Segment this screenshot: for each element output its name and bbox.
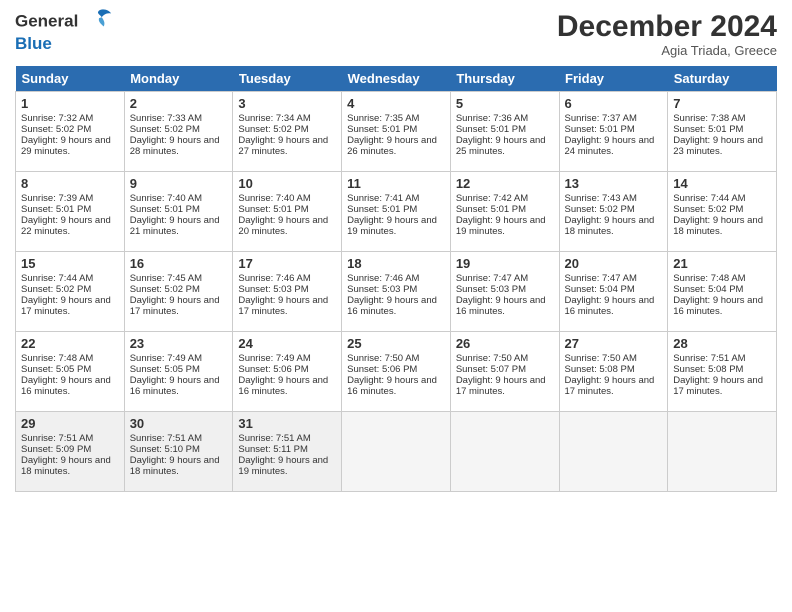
day-16: 16 Sunrise: 7:45 AMSunset: 5:02 PMDaylig… [124, 252, 233, 332]
day-22: 22 Sunrise: 7:48 AMSunset: 5:05 PMDaylig… [16, 332, 125, 412]
week-row-4: 22 Sunrise: 7:48 AMSunset: 5:05 PMDaylig… [16, 332, 777, 412]
empty-cell-2 [450, 412, 559, 492]
day-3: 3 Sunrise: 7:34 AMSunset: 5:02 PMDayligh… [233, 92, 342, 172]
day-9: 9 Sunrise: 7:40 AMSunset: 5:01 PMDayligh… [124, 172, 233, 252]
day-7: 7 Sunrise: 7:38 AMSunset: 5:01 PMDayligh… [668, 92, 777, 172]
logo-general: General [15, 11, 78, 30]
logo-blue: Blue [15, 34, 113, 54]
day-15: 15 Sunrise: 7:44 AMSunset: 5:02 PMDaylig… [16, 252, 125, 332]
day-6: 6 Sunrise: 7:37 AMSunset: 5:01 PMDayligh… [559, 92, 668, 172]
day-11: 11 Sunrise: 7:41 AMSunset: 5:01 PMDaylig… [342, 172, 451, 252]
col-tuesday: Tuesday [233, 66, 342, 92]
location-subtitle: Agia Triada, Greece [557, 43, 777, 58]
empty-cell-1 [342, 412, 451, 492]
header: General Blue December 2024 Agia Triada, … [15, 10, 777, 58]
week-row-5: 29 Sunrise: 7:51 AMSunset: 5:09 PMDaylig… [16, 412, 777, 492]
day-18: 18 Sunrise: 7:46 AMSunset: 5:03 PMDaylig… [342, 252, 451, 332]
col-sunday: Sunday [16, 66, 125, 92]
col-saturday: Saturday [668, 66, 777, 92]
col-friday: Friday [559, 66, 668, 92]
main-container: General Blue December 2024 Agia Triada, … [0, 0, 792, 502]
day-23: 23 Sunrise: 7:49 AMSunset: 5:05 PMDaylig… [124, 332, 233, 412]
day-25: 25 Sunrise: 7:50 AMSunset: 5:06 PMDaylig… [342, 332, 451, 412]
week-row-1: 1 Sunrise: 7:32 AMSunset: 5:02 PMDayligh… [16, 92, 777, 172]
day-29: 29 Sunrise: 7:51 AMSunset: 5:09 PMDaylig… [16, 412, 125, 492]
day-19: 19 Sunrise: 7:47 AMSunset: 5:03 PMDaylig… [450, 252, 559, 332]
day-21: 21 Sunrise: 7:48 AMSunset: 5:04 PMDaylig… [668, 252, 777, 332]
title-section: December 2024 Agia Triada, Greece [557, 10, 777, 58]
day-5: 5 Sunrise: 7:36 AMSunset: 5:01 PMDayligh… [450, 92, 559, 172]
day-4: 4 Sunrise: 7:35 AMSunset: 5:01 PMDayligh… [342, 92, 451, 172]
week-row-3: 15 Sunrise: 7:44 AMSunset: 5:02 PMDaylig… [16, 252, 777, 332]
day-27: 27 Sunrise: 7:50 AMSunset: 5:08 PMDaylig… [559, 332, 668, 412]
day-13: 13 Sunrise: 7:43 AMSunset: 5:02 PMDaylig… [559, 172, 668, 252]
day-2: 2 Sunrise: 7:33 AMSunset: 5:02 PMDayligh… [124, 92, 233, 172]
day-30: 30 Sunrise: 7:51 AMSunset: 5:10 PMDaylig… [124, 412, 233, 492]
day-24: 24 Sunrise: 7:49 AMSunset: 5:06 PMDaylig… [233, 332, 342, 412]
empty-cell-3 [559, 412, 668, 492]
day-26: 26 Sunrise: 7:50 AMSunset: 5:07 PMDaylig… [450, 332, 559, 412]
day-31: 31 Sunrise: 7:51 AMSunset: 5:11 PMDaylig… [233, 412, 342, 492]
day-28: 28 Sunrise: 7:51 AMSunset: 5:08 PMDaylig… [668, 332, 777, 412]
day-8: 8 Sunrise: 7:39 AMSunset: 5:01 PMDayligh… [16, 172, 125, 252]
day-20: 20 Sunrise: 7:47 AMSunset: 5:04 PMDaylig… [559, 252, 668, 332]
col-thursday: Thursday [450, 66, 559, 92]
calendar-table: Sunday Monday Tuesday Wednesday Thursday… [15, 66, 777, 492]
col-monday: Monday [124, 66, 233, 92]
day-10: 10 Sunrise: 7:40 AMSunset: 5:01 PMDaylig… [233, 172, 342, 252]
col-wednesday: Wednesday [342, 66, 451, 92]
day-17: 17 Sunrise: 7:46 AMSunset: 5:03 PMDaylig… [233, 252, 342, 332]
week-row-2: 8 Sunrise: 7:39 AMSunset: 5:01 PMDayligh… [16, 172, 777, 252]
logo-bird-icon [85, 6, 113, 34]
empty-cell-4 [668, 412, 777, 492]
day-12: 12 Sunrise: 7:42 AMSunset: 5:01 PMDaylig… [450, 172, 559, 252]
day-1: 1 Sunrise: 7:32 AMSunset: 5:02 PMDayligh… [16, 92, 125, 172]
logo: General Blue [15, 10, 113, 54]
day-14: 14 Sunrise: 7:44 AMSunset: 5:02 PMDaylig… [668, 172, 777, 252]
month-title: December 2024 [557, 10, 777, 43]
